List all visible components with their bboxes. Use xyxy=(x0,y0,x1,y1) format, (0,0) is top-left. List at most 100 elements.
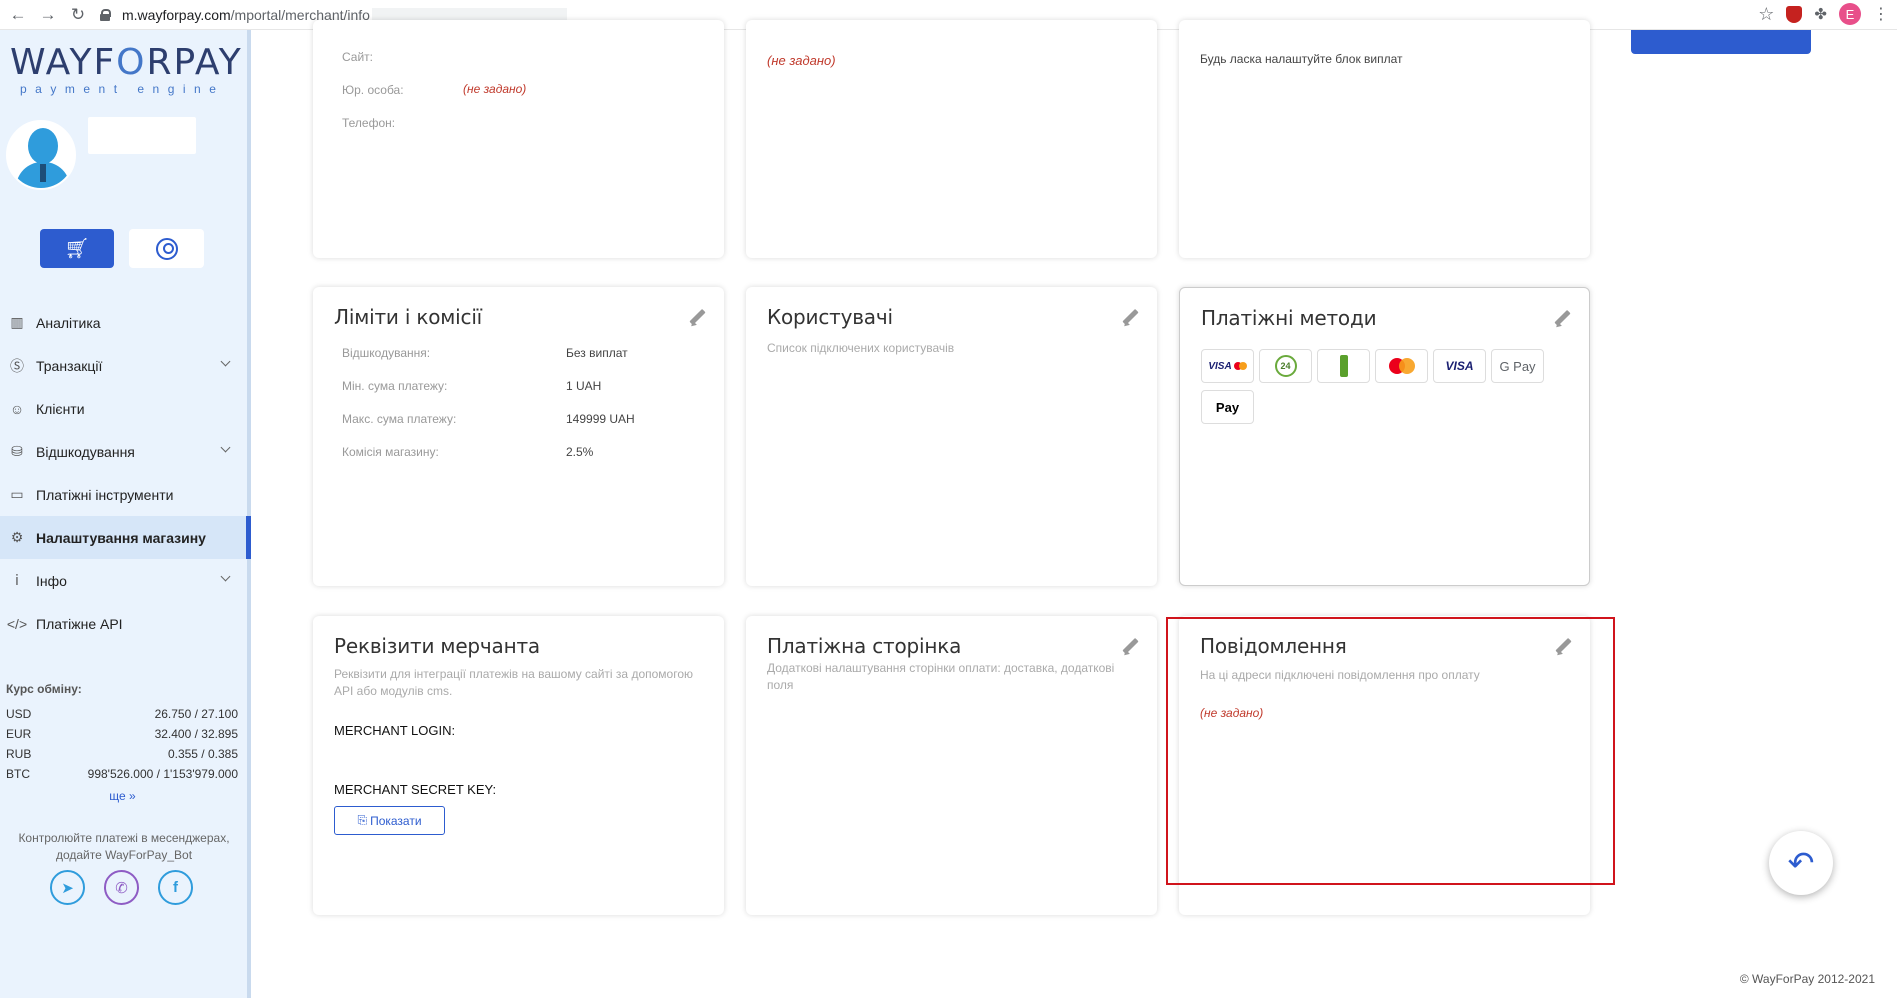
show-button-label: Показати xyxy=(370,813,422,828)
reply-arrow-icon: ↶ xyxy=(1787,845,1815,881)
chevron-down-icon xyxy=(220,571,231,582)
merchant-login-label: MERCHANT LOGIN: xyxy=(334,723,456,738)
sidebar-item-info[interactable]: ⅰ Інфо xyxy=(0,559,251,602)
sidebar-item-label: Інфо xyxy=(36,572,67,589)
basket-icon: 🛒︎ xyxy=(64,238,90,260)
refund-icon: ⛁ xyxy=(11,443,23,459)
card-icon: ▭ xyxy=(10,486,24,502)
card-shop-info: Сайт: Юр. особа: (не задано) Телефон: xyxy=(313,20,724,258)
rate-row: EUR 32.400 / 32.895 xyxy=(6,727,238,741)
rate-row: BTC 998'526.000 / 1'153'979.000 xyxy=(6,767,238,781)
back-reply-button[interactable]: ↶ xyxy=(1769,831,1833,895)
forward-arrow-icon[interactable]: → xyxy=(36,3,60,27)
bookmark-star-icon[interactable]: ☆ xyxy=(1758,4,1774,25)
highlight-box xyxy=(1166,617,1615,885)
bot-promo-text: Контролюйте платежі в месенджерах, додай… xyxy=(18,831,230,862)
telegram-icon[interactable]: ➤ xyxy=(50,870,85,905)
footer-copyright: © WayForPay 2012-2021 xyxy=(1739,972,1875,986)
card-merchant-requisites: Реквізити мерчанта Реквізити для інтегра… xyxy=(313,616,724,915)
card-payment-page: Платіжна сторінка Додаткові налаштування… xyxy=(746,616,1157,915)
card-users: Користувачі Список підключених користува… xyxy=(746,287,1157,586)
card-payouts: Будь ласка налаштуйте блок виплат xyxy=(1179,20,1590,258)
code-icon: </> xyxy=(6,615,28,632)
sidebar-item-analytics[interactable]: ▥ Аналітика xyxy=(0,301,251,344)
google-pay-icon: G Pay xyxy=(1491,349,1544,383)
phone-label: Телефон: xyxy=(342,116,396,130)
card-subtitle: Список підключених користувачів xyxy=(767,341,955,355)
mastercard-icon xyxy=(1375,349,1428,383)
visa-checkout-icon: VISA xyxy=(1433,349,1486,383)
edit-pencil-icon[interactable] xyxy=(1121,638,1139,656)
legal-entity-value: (не задано) xyxy=(463,82,527,96)
sidebar-item-transactions[interactable]: Ⓢ Транзакції xyxy=(0,344,251,387)
clients-icon: ☺ xyxy=(9,400,25,417)
max-payment-label: Макс. сума платежу: xyxy=(342,412,457,426)
sidebar-item-shop-settings[interactable]: ⚙ Налаштування магазину xyxy=(0,516,251,559)
profile-avatar[interactable]: E xyxy=(1839,3,1861,25)
username-redacted xyxy=(88,117,196,154)
wayforpay-logo[interactable]: WAYFORPAY payment engine xyxy=(10,44,241,97)
refund-label: Відшкодування: xyxy=(342,346,431,360)
payment-methods-row: VISA 24 VISA G Pay xyxy=(1201,349,1544,383)
user-icon xyxy=(155,237,178,260)
sidebar-item-refunds[interactable]: ⛁ Відшкодування xyxy=(0,430,251,473)
refund-value: Без виплат xyxy=(566,346,628,360)
more-rates-link[interactable]: ще » xyxy=(0,789,245,803)
exchange-rates: USD 26.750 / 27.100 EUR 32.400 / 32.895 RU… xyxy=(6,704,238,784)
card-subtitle: Додаткові налаштування сторінки оплати: … xyxy=(767,661,1115,692)
extensions-puzzle-icon[interactable]: ✤ xyxy=(1814,5,1827,23)
copy-icon: ⎘ xyxy=(357,813,368,827)
site-label: Сайт: xyxy=(342,50,374,64)
social-links: ➤ ✆ f xyxy=(50,870,193,905)
info-icon: ⅰ xyxy=(15,572,19,588)
chevron-down-icon xyxy=(220,442,231,453)
edit-pencil-icon[interactable] xyxy=(688,309,706,327)
sidebar-menu: ▥ Аналітика Ⓢ Транзакції ☺ Клієнти ⛁ Від… xyxy=(0,301,251,645)
reload-icon[interactable]: ↻ xyxy=(66,3,90,27)
sidebar-item-clients[interactable]: ☺ Клієнти xyxy=(0,387,251,430)
browser-menu-icon[interactable]: ⋮ xyxy=(1873,4,1889,24)
privat24-icon: 24 xyxy=(1259,349,1312,383)
chevron-down-icon xyxy=(220,356,231,367)
sidebar-item-label: Відшкодування xyxy=(36,443,135,460)
not-set-text: (не задано) xyxy=(767,53,836,68)
payouts-text: Будь ласка налаштуйте блок виплат xyxy=(1200,52,1403,66)
edit-pencil-icon[interactable] xyxy=(1553,310,1571,328)
shop-commission-value: 2.5% xyxy=(566,445,594,459)
shop-commission-label: Комісія магазину: xyxy=(342,445,439,459)
min-payment-value: 1 UAH xyxy=(566,379,602,393)
analytics-icon: ▥ xyxy=(10,314,24,330)
card-title: Платіжна сторінка xyxy=(767,634,962,658)
rates-title: Курс обміну: xyxy=(6,682,82,696)
upload-documents-button[interactable] xyxy=(1631,30,1811,54)
visa-mastercard-icon: VISA xyxy=(1201,349,1254,383)
payment-methods-row-2: Pay xyxy=(1201,390,1254,424)
merchant-secret-label: MERCHANT SECRET KEY: xyxy=(334,782,497,797)
show-secret-button[interactable]: ⎘ Показати xyxy=(334,806,445,835)
card-limits: Ліміти і комісії Відшкодування: Без випл… xyxy=(313,287,724,586)
dollar-icon: Ⓢ xyxy=(10,357,24,374)
sidebar-item-payment-tools[interactable]: ▭ Платіжні інструменти xyxy=(0,473,251,516)
card-subtitle: Реквізити для інтеграції платежів на ваш… xyxy=(334,667,693,698)
edit-pencil-icon[interactable] xyxy=(1121,309,1139,327)
sidebar-item-label: Клієнти xyxy=(36,400,85,417)
card-title: Ліміти і комісії xyxy=(334,305,483,329)
viber-icon[interactable]: ✆ xyxy=(104,870,139,905)
lock-icon xyxy=(100,9,111,21)
sidebar-item-label: Налаштування магазину xyxy=(36,529,206,546)
card-payment-methods: Платіжні методи VISA 24 VISA G Pay Pay xyxy=(1179,287,1590,586)
sidebar-item-label: Платіжні інструменти xyxy=(36,486,174,503)
avatar[interactable] xyxy=(6,120,76,190)
shop-basket-button[interactable]: 🛒︎ xyxy=(40,229,114,268)
sidebar-item-label: Платіжне API xyxy=(36,615,123,632)
card-info-2: (не задано) xyxy=(746,20,1157,258)
profile-button[interactable] xyxy=(129,229,204,268)
rate-row: RUB 0.355 / 0.385 xyxy=(6,747,238,761)
sidebar-item-api[interactable]: </> Платіжне API xyxy=(0,602,251,645)
rate-row: USD 26.750 / 27.100 xyxy=(6,707,238,721)
facebook-icon[interactable]: f xyxy=(158,870,193,905)
max-payment-value: 149999 UAH xyxy=(566,412,635,426)
back-arrow-icon[interactable]: ← xyxy=(6,3,30,27)
ublock-extension-icon[interactable] xyxy=(1786,5,1803,23)
apple-pay-icon: Pay xyxy=(1201,390,1254,424)
